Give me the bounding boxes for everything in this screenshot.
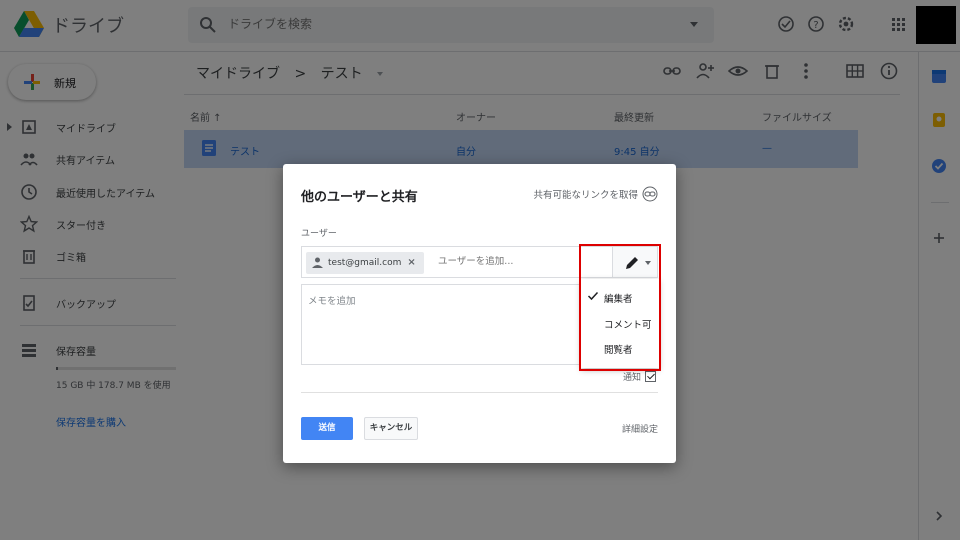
dialog-title: 他のユーザーと共有	[301, 190, 418, 205]
add-user-input[interactable]	[438, 256, 588, 267]
notify-label: 通知	[622, 373, 641, 383]
notify-checkbox[interactable]	[645, 371, 656, 382]
users-label: ユーザー	[301, 229, 337, 239]
send-button[interactable]: 送信	[301, 417, 353, 440]
person-icon	[312, 257, 323, 268]
remove-user-icon[interactable]: ×	[407, 257, 415, 268]
get-shareable-link-label: 共有可能なリンクを取得	[533, 190, 638, 201]
add-note-placeholder: メモを追加	[308, 296, 356, 307]
annotation-highlight-box	[579, 244, 661, 371]
cancel-button[interactable]: キャンセル	[364, 417, 418, 440]
advanced-settings-link[interactable]: 詳細設定	[622, 422, 658, 435]
get-shareable-link-button[interactable]: 共有可能なリンクを取得	[533, 186, 658, 202]
link-icon	[642, 186, 658, 202]
user-chip-email: test@gmail.com	[328, 258, 402, 268]
people-input-field[interactable]: test@gmail.com ×	[301, 246, 612, 278]
notify-option[interactable]: 通知	[623, 370, 656, 383]
dialog-divider	[301, 392, 658, 393]
user-chip[interactable]: test@gmail.com ×	[306, 252, 424, 274]
